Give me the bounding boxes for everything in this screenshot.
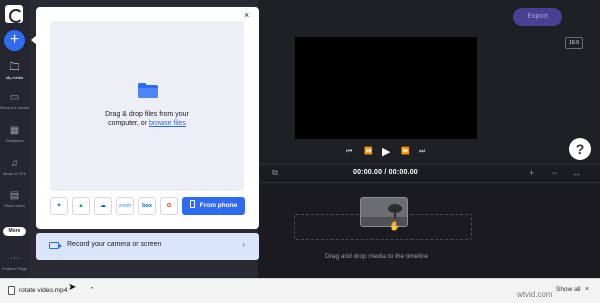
folder-icon bbox=[138, 83, 158, 98]
sidebar: + 🗀 My media ▭ Record & create ▦ Templat… bbox=[0, 0, 29, 278]
mouse-pointer-icon: ➤ bbox=[68, 282, 77, 293]
file-drop-area[interactable] bbox=[50, 21, 244, 191]
skip-forward-icon[interactable]: ⏭ bbox=[419, 145, 425, 159]
sidebar-item-my-media[interactable]: 🗀 My media bbox=[0, 62, 29, 80]
skip-back-icon[interactable]: ⏮ bbox=[346, 145, 352, 159]
timeline-toolbar bbox=[258, 164, 600, 183]
zoom-icon[interactable]: zoom bbox=[116, 197, 134, 215]
record-label: Record your camera or screen bbox=[67, 241, 162, 248]
folder-icon: 🗀 bbox=[9, 62, 20, 73]
sidebar-item-record-create[interactable]: ▭ Record & create bbox=[0, 92, 29, 110]
templates-icon: ▦ bbox=[9, 125, 20, 136]
google-drive-icon[interactable]: ▲ bbox=[72, 197, 90, 215]
box-icon[interactable]: box bbox=[138, 197, 156, 215]
play-icon[interactable]: ▶ bbox=[382, 145, 390, 159]
video-camera-icon bbox=[49, 242, 62, 249]
chevron-right-icon: › bbox=[242, 240, 245, 249]
sidebar-item-label: Record & create bbox=[0, 105, 29, 110]
sidebar-item-label: Templates bbox=[5, 138, 24, 143]
file-icon bbox=[8, 286, 15, 295]
sidebar-item-stock-video[interactable]: ▤ Stock video bbox=[0, 190, 29, 208]
close-icon[interactable]: × bbox=[244, 11, 249, 20]
camera-icon: ▭ bbox=[9, 92, 20, 103]
aspect-ratio-button[interactable]: 16:9 bbox=[565, 37, 583, 49]
fast-forward-icon[interactable]: ⏩ bbox=[401, 145, 410, 159]
more-button[interactable]: More bbox=[3, 227, 26, 236]
add-media-button[interactable]: + bbox=[4, 30, 25, 51]
sidebar-item-label: Feature Flags bbox=[2, 266, 27, 271]
browse-files-link[interactable]: browse files bbox=[149, 120, 186, 127]
onedrive-icon[interactable]: ☁ bbox=[94, 197, 112, 215]
download-bar: rotate video.mp4 ➤ ⌃ Show all × bbox=[0, 278, 600, 303]
video-preview bbox=[295, 37, 477, 139]
app-logo[interactable] bbox=[5, 5, 23, 23]
timecode: 00:00.00 / 00:00.00 bbox=[353, 169, 418, 176]
dragged-clip-thumbnail[interactable] bbox=[360, 197, 408, 227]
watermark: wtvid.com bbox=[517, 290, 553, 299]
close-download-bar-icon[interactable]: × bbox=[585, 286, 589, 293]
sidebar-item-label: Music & SFX bbox=[2, 171, 27, 176]
sidebar-item-label: Stock video bbox=[4, 203, 25, 208]
ellipsis-icon: ⋯ bbox=[9, 253, 20, 264]
timeline-drop-hint: Drag and drop media to the timeline bbox=[325, 253, 429, 260]
show-all-button[interactable]: Show all bbox=[556, 286, 581, 293]
sidebar-item-label: My media bbox=[5, 75, 24, 80]
phone-icon bbox=[189, 200, 195, 209]
record-camera-screen-button[interactable]: Record your camera or screen › bbox=[36, 233, 259, 260]
split-icon[interactable]: ⧉ bbox=[272, 168, 278, 178]
from-phone-button[interactable]: From phone bbox=[182, 197, 245, 215]
chevron-up-icon[interactable]: ⌃ bbox=[89, 286, 95, 294]
help-button[interactable]: ? bbox=[569, 138, 591, 160]
music-note-icon: ♫ bbox=[10, 158, 19, 169]
sidebar-item-music-sfx[interactable]: ♫ Music & SFX bbox=[0, 158, 29, 176]
export-button[interactable]: Export bbox=[513, 8, 562, 26]
sidebar-item-feature-flags[interactable]: ⋯ Feature Flags bbox=[0, 253, 29, 271]
film-icon: ▤ bbox=[9, 190, 20, 201]
dropbox-icon[interactable]: ✦ bbox=[50, 197, 68, 215]
drop-instructions: Drag & drop files from your computer, or… bbox=[105, 111, 189, 127]
fit-timeline-icon[interactable]: ↔ bbox=[572, 168, 581, 178]
download-file-name[interactable]: rotate video.mp4 bbox=[19, 287, 67, 294]
google-photos-icon[interactable]: ✿ bbox=[160, 197, 178, 215]
playback-controls: ⏮ ⏪ ▶ ⏩ ⏭ bbox=[340, 145, 435, 159]
zoom-in-icon[interactable]: + bbox=[529, 168, 534, 178]
grab-cursor-icon: ✋ bbox=[389, 221, 401, 231]
rewind-icon[interactable]: ⏪ bbox=[364, 145, 373, 159]
sidebar-item-templates[interactable]: ▦ Templates bbox=[0, 125, 29, 143]
zoom-out-icon[interactable]: − bbox=[552, 168, 557, 178]
